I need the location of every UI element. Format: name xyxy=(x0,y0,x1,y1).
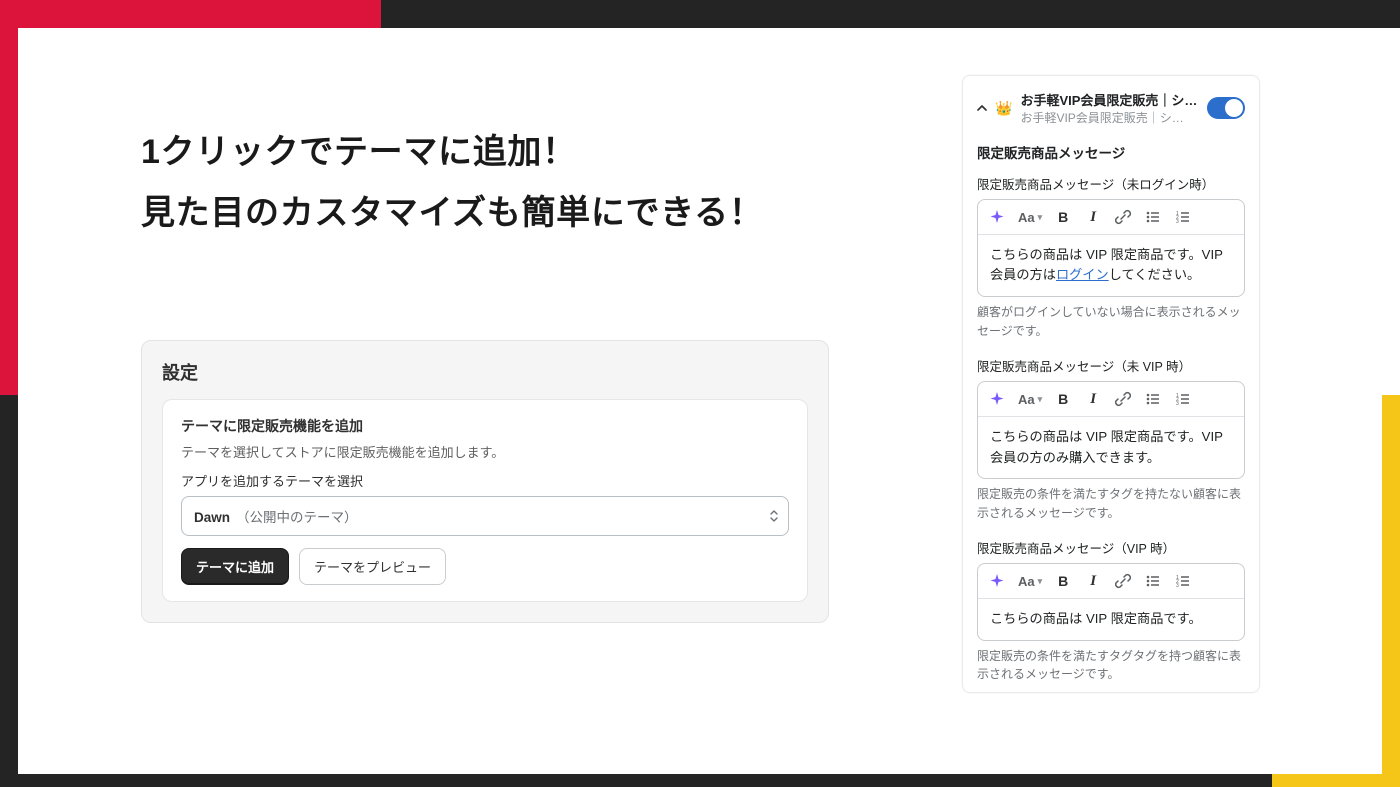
help-text: 限定販売の条件を満たすタグを持たない顧客に表示されるメッセージです。 xyxy=(977,485,1245,522)
bold-button[interactable]: B xyxy=(1054,389,1072,409)
preview-theme-button[interactable]: テーマをプレビュー xyxy=(299,548,446,585)
editor-content[interactable]: こちらの商品は VIP 限定商品です。VIP 会員の方はログインしてください。 xyxy=(978,235,1244,296)
select-caret-icon xyxy=(769,508,779,524)
settings-card: テーマに限定販売機能を追加 テーマを選択してストアに限定販売機能を追加します。 … xyxy=(162,399,808,602)
numbered-list-button[interactable]: 123 xyxy=(1174,571,1192,591)
bold-button[interactable]: B xyxy=(1054,571,1072,591)
settings-title: 設定 xyxy=(162,359,808,385)
style-dropdown[interactable]: Aa▾ xyxy=(1018,210,1042,225)
card-heading: テーマに限定販売機能を追加 xyxy=(181,416,789,436)
card-description: テーマを選択してストアに限定販売機能を追加します。 xyxy=(181,442,789,461)
link-button[interactable] xyxy=(1114,207,1132,227)
select-suffix: （公開中のテーマ） xyxy=(236,506,358,526)
editor-toolbar: Aa▾ B I 123 xyxy=(978,200,1244,235)
select-value: Dawn xyxy=(194,510,230,525)
field-label-not-vip: 限定販売商品メッセージ（未 VIP 時） xyxy=(977,356,1245,375)
sparkle-icon[interactable] xyxy=(988,389,1006,409)
login-link[interactable]: ログイン xyxy=(1056,267,1109,282)
link-button[interactable] xyxy=(1114,389,1132,409)
section-title: 限定販売商品メッセージ xyxy=(977,142,1245,162)
sparkle-icon[interactable] xyxy=(988,207,1006,227)
sparkle-icon[interactable] xyxy=(988,571,1006,591)
italic-button[interactable]: I xyxy=(1084,207,1102,227)
theme-select[interactable]: Dawn （公開中のテーマ） xyxy=(181,496,789,536)
svg-text:3: 3 xyxy=(1176,401,1179,407)
editor-toolbar: Aa▾ B I 123 xyxy=(978,564,1244,599)
rich-text-editor: Aa▾ B I 123 こちらの商品は VIP 限定商品です。VIP 会員の方は… xyxy=(977,199,1245,297)
rich-text-editor: Aa▾ B I 123 こちらの商品は VIP 限定商品です。VIP 会員の方の… xyxy=(977,381,1245,479)
field-label-not-logged-in: 限定販売商品メッセージ（未ログイン時） xyxy=(977,174,1245,193)
editor-content[interactable]: こちらの商品は VIP 限定商品です。 xyxy=(978,599,1244,639)
select-label: アプリを追加するテーマを選択 xyxy=(181,471,789,490)
crown-icon: 👑 xyxy=(995,100,1012,117)
block-title: お手軽VIP会員限定販売｜シ… xyxy=(1020,90,1199,109)
help-text: 顧客がログインしていない場合に表示されるメッセージです。 xyxy=(977,303,1245,340)
svg-text:3: 3 xyxy=(1176,583,1179,589)
block-subtitle: お手軽VIP会員限定販売｜シ… xyxy=(1020,109,1199,126)
bullet-list-button[interactable] xyxy=(1144,389,1162,409)
block-header: 👑 お手軽VIP会員限定販売｜シ… お手軽VIP会員限定販売｜シ… xyxy=(977,90,1245,126)
numbered-list-button[interactable]: 123 xyxy=(1174,389,1192,409)
add-to-theme-button[interactable]: テーマに追加 xyxy=(181,548,289,585)
editor-content[interactable]: こちらの商品は VIP 限定商品です。VIP 会員の方のみ購入できます。 xyxy=(978,417,1244,478)
collapse-icon[interactable] xyxy=(977,103,987,113)
link-button[interactable] xyxy=(1114,571,1132,591)
bold-button[interactable]: B xyxy=(1054,207,1072,227)
enable-toggle[interactable] xyxy=(1207,97,1245,119)
style-dropdown[interactable]: Aa▾ xyxy=(1018,392,1042,407)
headline: 1クリックでテーマに追加！ 見た目のカスタマイズも簡単にできる！ xyxy=(141,122,764,244)
field-label-vip: 限定販売商品メッセージ（VIP 時） xyxy=(977,538,1245,557)
editor-toolbar: Aa▾ B I 123 xyxy=(978,382,1244,417)
style-dropdown[interactable]: Aa▾ xyxy=(1018,574,1042,589)
svg-text:3: 3 xyxy=(1176,219,1179,225)
italic-button[interactable]: I xyxy=(1084,571,1102,591)
settings-panel: 設定 テーマに限定販売機能を追加 テーマを選択してストアに限定販売機能を追加しま… xyxy=(141,340,829,623)
bullet-list-button[interactable] xyxy=(1144,571,1162,591)
headline-line-2: 見た目のカスタマイズも簡単にできる！ xyxy=(141,183,764,244)
numbered-list-button[interactable]: 123 xyxy=(1174,207,1192,227)
italic-button[interactable]: I xyxy=(1084,389,1102,409)
headline-line-1: 1クリックでテーマに追加！ xyxy=(141,122,764,183)
rich-text-editor: Aa▾ B I 123 こちらの商品は VIP 限定商品です。 xyxy=(977,563,1245,640)
help-text: 限定販売の条件を満たすタグタグを持つ顧客に表示されるメッセージです。 xyxy=(977,647,1245,684)
bullet-list-button[interactable] xyxy=(1144,207,1162,227)
customizer-sidebar: 👑 お手軽VIP会員限定販売｜シ… お手軽VIP会員限定販売｜シ… 限定販売商品… xyxy=(962,75,1260,693)
